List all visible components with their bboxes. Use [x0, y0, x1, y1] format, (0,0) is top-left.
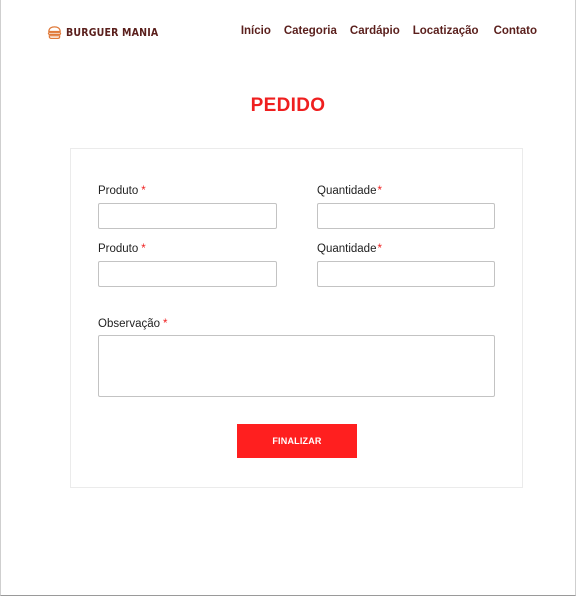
finalize-button[interactable]: FINALIZAR [237, 424, 357, 458]
product-input-2[interactable] [98, 261, 277, 287]
product-label-2: Produto * [98, 243, 146, 255]
brand-logo[interactable]: BURGUER MANIA [47, 25, 173, 40]
required-mark: * [163, 318, 168, 330]
quantity-input-2[interactable] [317, 261, 495, 287]
nav-item-inicio[interactable]: Início [241, 25, 271, 37]
quantity-label-1-text: Quantidade [317, 185, 377, 197]
main-nav: Início Categoria Cardápio Locatização Co… [241, 25, 537, 37]
nav-item-contato[interactable]: Contato [494, 25, 537, 37]
required-mark: * [141, 243, 146, 255]
site-header: BURGUER MANIA Início Categoria Cardápio … [0, 0, 576, 66]
required-mark: * [377, 185, 382, 197]
order-form-card: Produto * Quantidade* Produto * Quantidade… [70, 148, 523, 488]
quantity-input-1[interactable] [317, 203, 495, 229]
product-label-1-text: Produto [98, 185, 139, 197]
product-label-2-text: Produto [98, 243, 139, 255]
brand-name: BURGUER MANIA [66, 26, 159, 39]
required-mark: * [141, 185, 146, 197]
burger-icon [47, 26, 62, 40]
quantity-label-1: Quantidade* [317, 185, 382, 197]
observation-textarea[interactable] [98, 335, 495, 397]
product-input-1[interactable] [98, 203, 277, 229]
required-mark: * [377, 243, 382, 255]
nav-item-locatizacao[interactable]: Locatização [413, 25, 479, 37]
observation-label-text: Observação [98, 318, 161, 330]
nav-item-categoria[interactable]: Categoria [284, 25, 337, 37]
quantity-label-2: Quantidade* [317, 243, 382, 255]
page-title: PEDIDO [250, 95, 326, 116]
quantity-label-2-text: Quantidade [317, 243, 377, 255]
product-label-1: Produto * [98, 185, 146, 197]
observation-label: Observação * [98, 318, 168, 330]
nav-item-cardapio[interactable]: Cardápio [350, 25, 400, 37]
